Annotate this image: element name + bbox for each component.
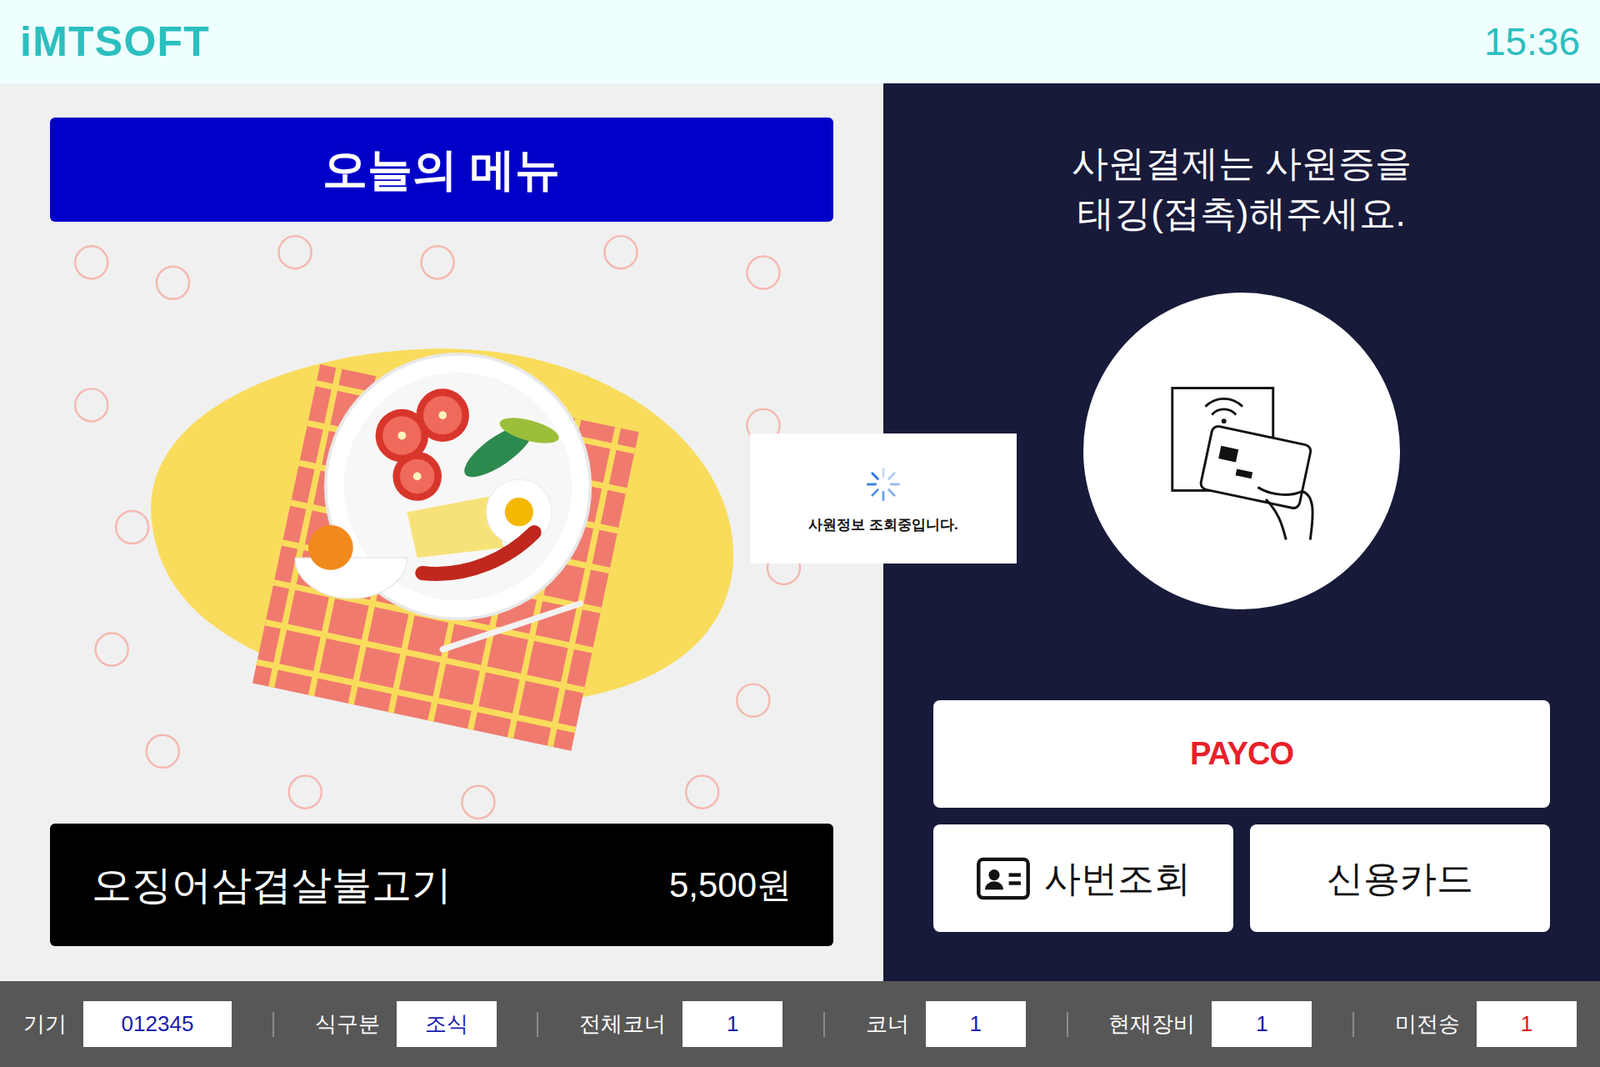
header: iMTSOFT 15:36 <box>0 0 1600 84</box>
status-label: 현재장비 <box>1108 1007 1195 1040</box>
status-item: 기기 012345 <box>23 1000 232 1047</box>
logo: iMTSOFT <box>20 10 210 74</box>
employee-lookup-button[interactable]: 사번조회 <box>933 824 1234 932</box>
payment-buttons: PAYCO 사번조회 신용카드 <box>933 700 1550 932</box>
card-tag-icon <box>1116 325 1367 576</box>
button-label: 사번조회 <box>1044 850 1191 906</box>
tag-circle <box>1083 292 1400 610</box>
button-label: PAYCO <box>1190 730 1294 778</box>
button-label: 신용카드 <box>1326 850 1474 906</box>
status-item: 미전송 1 <box>1395 1000 1577 1047</box>
id-card-icon <box>975 855 1031 901</box>
status-label: 전체코너 <box>579 1007 666 1040</box>
status-item: 전체코너 1 <box>579 1000 783 1047</box>
menu-title: 오늘의 메뉴 <box>50 117 834 222</box>
menu-name: 오징어삼겹살불고기 <box>91 855 452 915</box>
status-item: 식구분 조식 <box>315 1000 497 1047</box>
status-label: 코너 <box>865 1007 910 1040</box>
menu-price: 5,500원 <box>669 858 792 911</box>
kiosk-screen: iMTSOFT 15:36 오늘의 메뉴오징어삼겹살불고기 5,500원 사원결제는 사… <box>0 0 1600 1067</box>
menu-item-bar: 오징어삼겹살불고기 5,500원 <box>50 823 834 946</box>
status-item: 코너 1 <box>865 1000 1026 1047</box>
clock: 15:36 <box>1484 13 1580 71</box>
payco-button[interactable]: PAYCO <box>933 700 1550 808</box>
status-bar: 기기 012345 식구분 조식 전체코너 1 코너 1 현재장비 1 미전송 1 <box>0 980 1600 1067</box>
separator <box>823 1011 825 1037</box>
status-value: 012345 <box>83 1000 232 1047</box>
credit-card-button[interactable]: 신용카드 <box>1250 824 1550 932</box>
loading-dialog: 사원정보 조회중입니다. <box>750 433 1017 564</box>
status-value: 1 <box>682 1000 783 1047</box>
loading-message: 사원정보 조회중입니다. <box>808 514 958 536</box>
food-illustration <box>50 221 834 824</box>
separator <box>1352 1011 1355 1037</box>
main: 오늘의 메뉴오징어삼겹살불고기 5,500원 사원결제는 사원증을태깅(접촉)해주세… <box>0 83 1600 981</box>
separator <box>536 1011 539 1037</box>
separator <box>1066 1011 1069 1037</box>
status-label: 미전송 <box>1395 1007 1460 1040</box>
instruction: 사원결제는 사원증을태깅(접촉)해주세요. <box>1071 138 1412 239</box>
separator <box>272 1011 275 1037</box>
status-label: 기기 <box>23 1007 67 1040</box>
status-value: 1 <box>925 1000 1026 1047</box>
status-label: 식구분 <box>315 1007 380 1040</box>
spinner-icon <box>860 460 907 508</box>
status-value: 조식 <box>396 1000 497 1047</box>
status-value: 1 <box>1211 1000 1312 1047</box>
status-item: 현재장비 1 <box>1108 1000 1312 1047</box>
status-value: 1 <box>1476 1000 1577 1047</box>
illustration-area <box>50 221 834 824</box>
